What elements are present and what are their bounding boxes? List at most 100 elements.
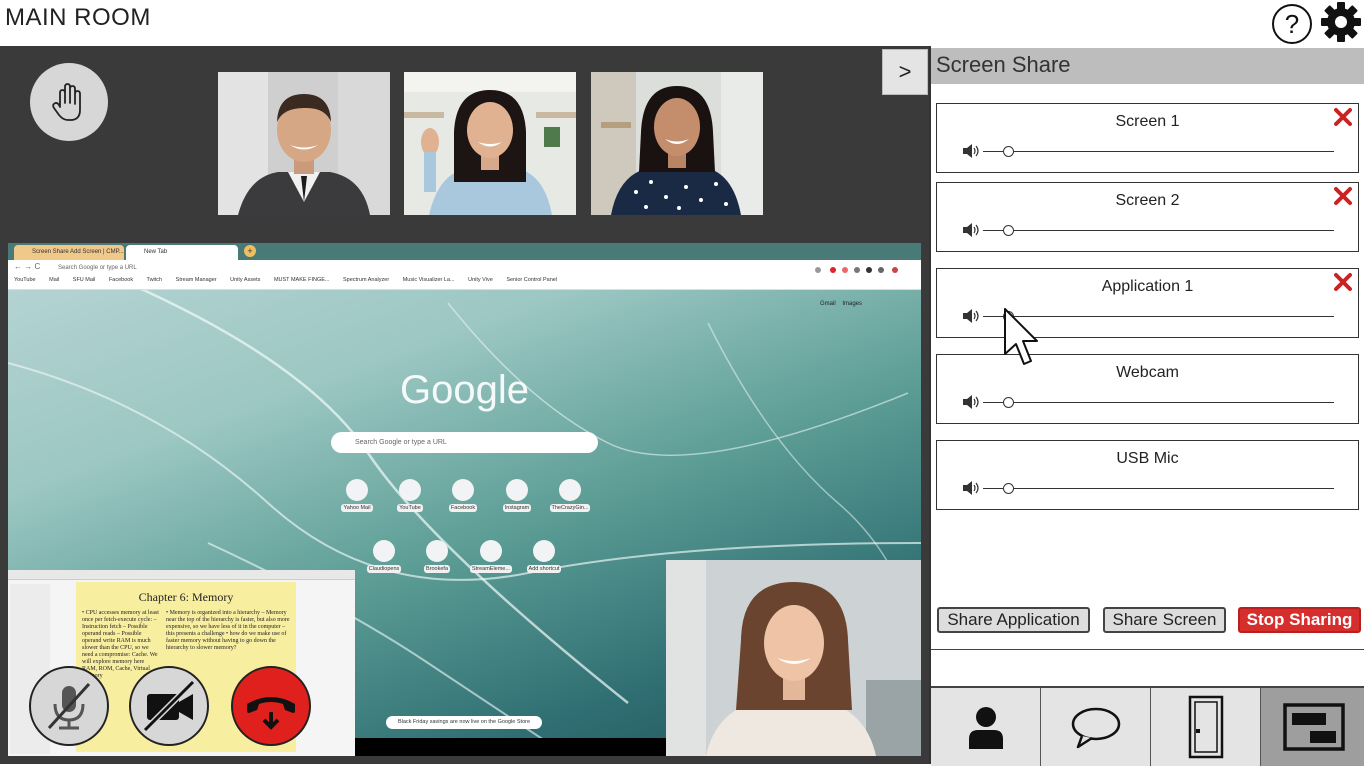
share-source-screen-1: Screen 1 bbox=[936, 103, 1359, 173]
browser-tab-strip: Screen Share Add Screen | CMP... New Tab… bbox=[8, 243, 921, 260]
browser-tab-1[interactable]: Screen Share Add Screen | CMP... bbox=[14, 245, 124, 260]
shortcut-tile[interactable]: Yahoo Mail bbox=[329, 479, 385, 512]
panel-title: Screen Share bbox=[931, 48, 1364, 84]
participant-video-2[interactable] bbox=[404, 72, 576, 215]
bottom-nav bbox=[931, 686, 1364, 766]
source-name: USB Mic bbox=[1116, 450, 1179, 467]
share-source-usb-mic: USB Mic bbox=[936, 440, 1359, 510]
volume-slider[interactable] bbox=[983, 151, 1334, 152]
room-title: MAIN ROOM bbox=[5, 4, 151, 31]
volume-slider-knob[interactable] bbox=[1002, 397, 1014, 408]
stop-sharing-button[interactable]: Stop Sharing bbox=[1238, 607, 1361, 633]
browser-tab-2[interactable]: New Tab bbox=[126, 245, 238, 260]
volume-slider[interactable] bbox=[983, 488, 1334, 489]
share-application-button[interactable]: Share Application bbox=[937, 607, 1090, 633]
raise-hand-button[interactable] bbox=[30, 63, 108, 141]
nav-screen-share[interactable] bbox=[1261, 688, 1364, 766]
google-logo: Google bbox=[400, 368, 529, 412]
source-name: Webcam bbox=[1116, 364, 1179, 381]
shortcut-tile[interactable]: Brookefa bbox=[409, 540, 465, 573]
volume-slider-knob[interactable] bbox=[1002, 146, 1014, 157]
toggle-camera-button[interactable] bbox=[129, 666, 209, 746]
shortcut-tile[interactable]: YouTube bbox=[382, 479, 438, 512]
share-source-screen-2: Screen 2 bbox=[936, 182, 1359, 252]
volume-slider[interactable] bbox=[983, 402, 1334, 403]
source-name: Screen 2 bbox=[1115, 192, 1180, 209]
participant-2-image bbox=[404, 72, 576, 215]
volume-slider-knob[interactable] bbox=[1002, 483, 1014, 494]
bookmark[interactable]: Mail bbox=[49, 277, 59, 283]
shortcut-tile[interactable]: Add shortcut bbox=[516, 540, 572, 573]
nav-leave-room[interactable] bbox=[1151, 688, 1261, 766]
self-video-image bbox=[666, 560, 921, 756]
participant-video-1[interactable] bbox=[218, 72, 390, 215]
screen-letterbox bbox=[355, 738, 666, 756]
google-search-box[interactable]: Search Google or type a URL bbox=[331, 432, 598, 453]
bookmarks-bar[interactable]: YouTube Mail SFU Mail Facebook Twitch St… bbox=[14, 277, 914, 287]
screen-share-panel: Screen Share Screen 1 Screen 2 Applicati… bbox=[929, 46, 1364, 766]
browser-extension-icons[interactable] bbox=[813, 262, 913, 273]
source-name: Screen 1 bbox=[1115, 113, 1180, 130]
bookmark[interactable]: Stream Manager bbox=[176, 277, 217, 283]
self-video[interactable] bbox=[666, 560, 921, 756]
presentation-toolbar bbox=[8, 570, 355, 580]
nav-participants[interactable] bbox=[931, 688, 1041, 766]
remove-source-icon[interactable] bbox=[1333, 186, 1353, 206]
collapse-panel-button[interactable]: > bbox=[882, 49, 928, 95]
share-source-application-1: Application 1 bbox=[936, 268, 1359, 338]
chat-bubble-icon bbox=[1071, 707, 1120, 749]
volume-slider[interactable] bbox=[983, 230, 1334, 231]
volume-icon bbox=[963, 309, 979, 323]
remove-source-icon[interactable] bbox=[1333, 272, 1353, 292]
bookmark[interactable]: Twitch bbox=[147, 277, 163, 283]
camera-off-icon bbox=[142, 679, 196, 733]
mouse-cursor-icon bbox=[1004, 308, 1038, 365]
browser-toolbar: ← → C Search Google or type a URL YouTub… bbox=[8, 260, 921, 290]
google-top-links: Gmail Images bbox=[820, 301, 862, 307]
settings-button[interactable] bbox=[1318, 0, 1364, 46]
volume-slider-knob[interactable] bbox=[1002, 225, 1014, 236]
help-button[interactable]: ? bbox=[1272, 4, 1312, 44]
slide-right-text: • Memory is organized into a hierarchy –… bbox=[166, 610, 290, 651]
screen-share-icon bbox=[1282, 703, 1345, 751]
bookmark[interactable]: SFU Mail bbox=[73, 277, 96, 283]
participant-1-image bbox=[218, 72, 390, 215]
mic-off-icon bbox=[47, 682, 91, 730]
bookmark[interactable]: YouTube bbox=[14, 277, 36, 283]
images-link[interactable]: Images bbox=[842, 301, 862, 307]
shortcut-tile[interactable]: Instagram bbox=[489, 479, 545, 512]
bookmark[interactable]: Spectrum Analyzer bbox=[343, 277, 389, 283]
browser-address-bar[interactable]: Search Google or type a URL bbox=[58, 263, 808, 274]
door-icon bbox=[1188, 695, 1223, 759]
hang-up-button[interactable] bbox=[231, 666, 311, 746]
gear-icon bbox=[1321, 2, 1361, 42]
gmail-link[interactable]: Gmail bbox=[820, 301, 836, 307]
google-store-promo[interactable]: Black Friday savings are now live on the… bbox=[386, 716, 542, 729]
source-name: Application 1 bbox=[1101, 278, 1194, 295]
mute-mic-button[interactable] bbox=[29, 666, 109, 746]
volume-icon bbox=[963, 144, 979, 158]
new-tab-button[interactable]: + bbox=[244, 245, 256, 257]
shortcut-tile[interactable]: Facebook bbox=[435, 479, 491, 512]
nav-chat[interactable] bbox=[1041, 688, 1151, 766]
bookmark[interactable]: Unity Vive bbox=[468, 277, 493, 283]
volume-icon bbox=[963, 395, 979, 409]
participant-3-image bbox=[591, 72, 763, 215]
shortcut-tile[interactable]: StreamEleme... bbox=[463, 540, 519, 573]
browser-nav-icons[interactable]: ← → C bbox=[14, 262, 40, 271]
bookmark[interactable]: Senior Control Panel bbox=[506, 277, 557, 283]
hang-up-icon bbox=[247, 697, 295, 730]
participant-video-3[interactable] bbox=[591, 72, 763, 215]
share-screen-button[interactable]: Share Screen bbox=[1103, 607, 1226, 633]
top-bar: MAIN ROOM ? bbox=[0, 0, 1364, 46]
person-icon bbox=[968, 707, 1003, 749]
shortcut-tile[interactable]: TheCrazyGin... bbox=[542, 479, 598, 512]
bookmark[interactable]: MUST MAKE FINGE... bbox=[274, 277, 330, 283]
bookmark[interactable]: Music Visualizer La... bbox=[403, 277, 455, 283]
bookmark[interactable]: Facebook bbox=[109, 277, 133, 283]
bookmark[interactable]: Unity Assets bbox=[230, 277, 260, 283]
remove-source-icon[interactable] bbox=[1333, 107, 1353, 127]
shortcut-tile[interactable]: Claudiopens bbox=[356, 540, 412, 573]
hand-icon bbox=[52, 83, 81, 121]
video-stage: > Screen Share Add Screen | CMP... New T… bbox=[0, 46, 929, 764]
